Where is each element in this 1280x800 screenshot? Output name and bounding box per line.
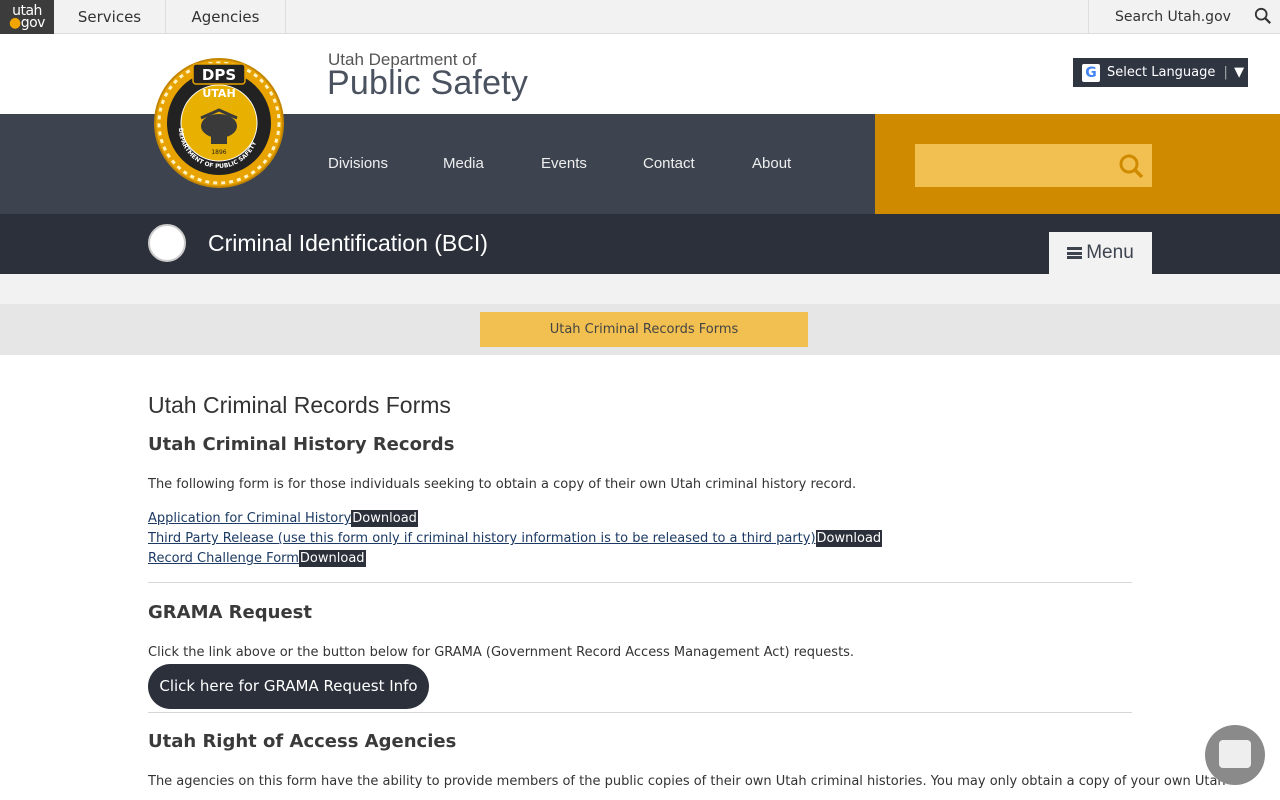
nav-contact[interactable]: Contact <box>643 155 695 172</box>
chat-bubble-icon <box>1219 740 1251 768</box>
divider <box>148 582 1132 583</box>
dropdown-arrow-icon: ▼ <box>1234 65 1245 80</box>
nav-about[interactable]: About <box>752 155 791 172</box>
utahgov-logo[interactable]: utah ●gov <box>0 0 54 34</box>
seal-year-text: 1896 <box>211 149 226 156</box>
hamburger-icon <box>1067 247 1083 259</box>
download-button[interactable]: Download <box>351 510 418 527</box>
utahgov-logo-bottom: ●gov <box>9 15 45 31</box>
nav-events[interactable]: Events <box>541 155 587 172</box>
link-row: Third Party Release (use this form only … <box>148 530 883 547</box>
site-search-input[interactable] <box>915 144 1152 187</box>
menu-button[interactable]: Menu <box>1049 232 1152 274</box>
history-heading: Utah Criminal History Records <box>148 434 455 455</box>
search-utahgov-label: Search Utah.gov <box>1115 9 1231 25</box>
application-criminal-history-link[interactable]: Application for Criminal History <box>148 511 351 526</box>
language-divider: | <box>1223 65 1228 80</box>
divider <box>148 712 1132 713</box>
link-row: Record Challenge FormDownload <box>148 550 366 567</box>
spacer <box>0 274 1280 304</box>
services-link[interactable]: Services <box>54 0 166 34</box>
dps-seal-logo[interactable]: DPS UTAH DEPARTMENT OF PUBLIC SAFETY 189… <box>153 52 285 194</box>
nav-divisions[interactable]: Divisions <box>328 155 388 172</box>
google-icon: G <box>1082 64 1100 82</box>
bci-seal-icon <box>148 224 186 262</box>
third-party-release-link[interactable]: Third Party Release (use this form only … <box>148 531 816 546</box>
access-heading: Utah Right of Access Agencies <box>148 731 457 752</box>
search-icon[interactable] <box>1118 153 1144 179</box>
select-language-label: Select Language <box>1107 65 1216 80</box>
dept-title[interactable]: Public Safety <box>327 64 528 103</box>
download-button[interactable]: Download <box>298 550 366 567</box>
chat-button[interactable] <box>1205 725 1265 785</box>
agencies-link[interactable]: Agencies <box>166 0 286 34</box>
seal-dps-text: DPS <box>202 66 236 84</box>
access-intro: The agencies on this form have the abili… <box>148 774 1226 789</box>
main-nav <box>0 114 875 214</box>
search-icon <box>1254 7 1271 24</box>
menu-label: Menu <box>1086 242 1134 263</box>
select-language-button[interactable]: G Select Language | ▼ <box>1073 58 1248 87</box>
download-button[interactable]: Download <box>815 530 883 547</box>
search-utahgov-button[interactable]: Search Utah.gov <box>1088 0 1280 34</box>
grama-intro: Click the link above or the button below… <box>148 645 855 660</box>
record-challenge-form-link[interactable]: Record Challenge Form <box>148 551 299 566</box>
breadcrumb-current[interactable]: Utah Criminal Records Forms <box>480 312 808 347</box>
seal-utah-text: UTAH <box>202 87 235 100</box>
grama-request-button[interactable]: Click here for GRAMA Request Info <box>148 664 429 709</box>
nav-media[interactable]: Media <box>443 155 484 172</box>
history-intro: The following form is for those individu… <box>148 477 857 492</box>
link-row: Application for Criminal HistoryDownload <box>148 510 418 527</box>
page-title: Utah Criminal Records Forms <box>148 392 451 418</box>
grama-heading: GRAMA Request <box>148 602 312 623</box>
section-title[interactable]: Criminal Identification (BCI) <box>208 230 488 257</box>
